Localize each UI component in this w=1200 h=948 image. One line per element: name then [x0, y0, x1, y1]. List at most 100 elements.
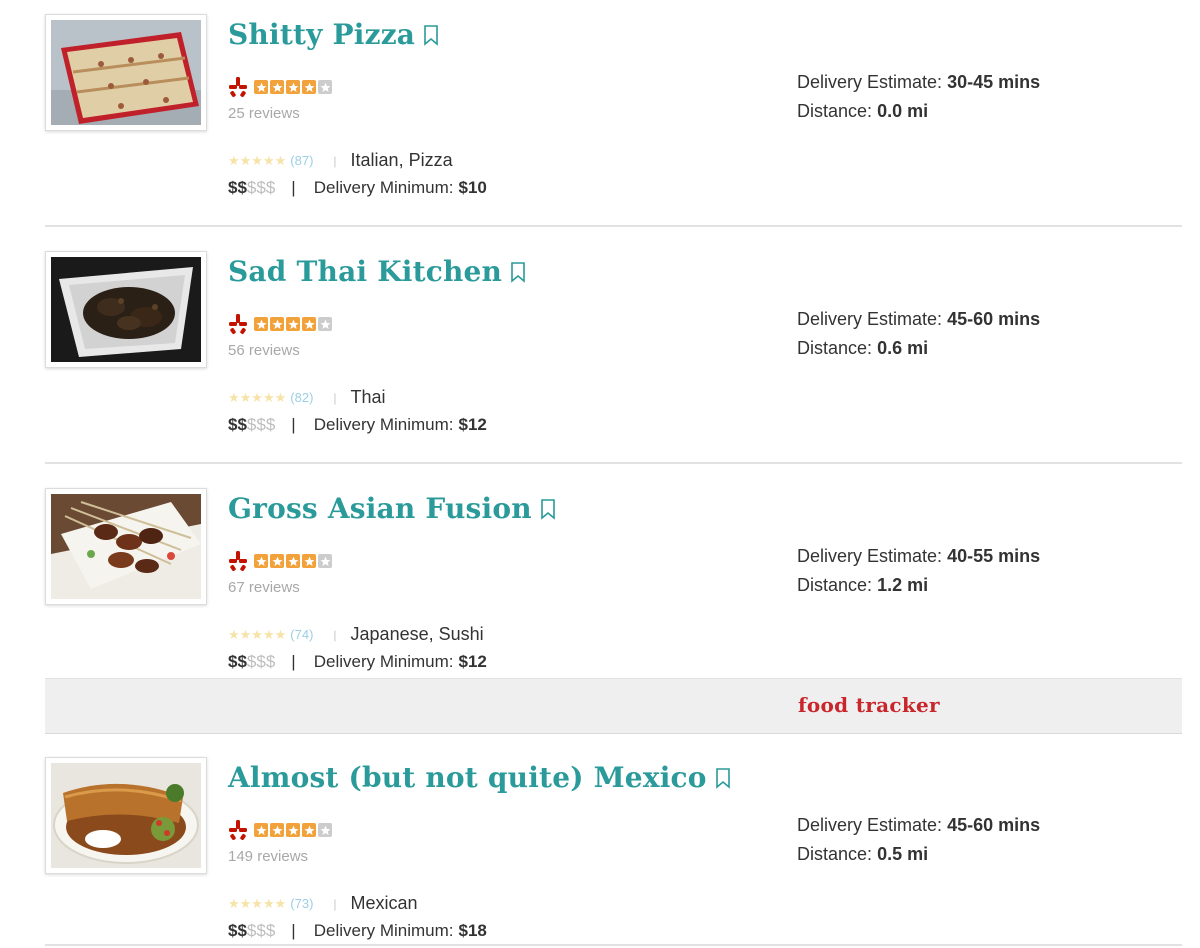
yelp-star-icon: [254, 823, 268, 837]
bookmark-icon[interactable]: [540, 498, 556, 520]
delivery-estimate-label: Delivery Estimate:: [797, 309, 943, 329]
yelp-star-icon: [302, 317, 316, 331]
delivery-minimum-value: $18: [458, 921, 487, 940]
distance-label: Distance:: [797, 101, 873, 121]
yelp-star-icon: [318, 317, 332, 331]
delivery-minimum-value: $12: [458, 415, 487, 434]
cuisine: Italian, Pizza: [350, 150, 453, 170]
yelp-star-icon: [302, 554, 316, 568]
divider: [45, 944, 1182, 946]
delivery-minimum-label: Delivery Minimum:: [313, 921, 454, 940]
yelp-star-icon: [302, 80, 316, 94]
food-tracker-logo[interactable]: food tracker: [798, 693, 940, 717]
distance-label: Distance:: [797, 844, 873, 864]
restaurant-name[interactable]: Shitty Pizza: [228, 18, 415, 51]
distance-value: 1.2 mi: [877, 575, 929, 595]
cuisine: Thai: [350, 387, 386, 407]
separator: |: [333, 390, 337, 405]
distance-label: Distance:: [797, 575, 873, 595]
separator: |: [291, 652, 296, 671]
rating-stars: ★★★★★: [228, 389, 287, 405]
bookmark-icon[interactable]: [423, 24, 439, 46]
separator: |: [333, 627, 337, 642]
yelp-rating: [228, 313, 332, 335]
price-level-inactive: $$$: [246, 921, 276, 940]
yelp-rating: [228, 76, 332, 98]
yelp-star-icon: [270, 317, 284, 331]
yelp-star-icon: [286, 554, 300, 568]
review-count: 25 reviews: [228, 105, 300, 122]
yelp-star-icon: [270, 554, 284, 568]
yelp-logo-icon: [229, 77, 247, 98]
price-level-inactive: $$$: [246, 652, 276, 671]
yelp-rating: [228, 550, 332, 572]
restaurant-photo[interactable]: [45, 251, 207, 368]
separator: |: [291, 921, 296, 940]
restaurant-name[interactable]: Gross Asian Fusion: [228, 492, 532, 525]
cuisine: Japanese, Sushi: [350, 624, 484, 644]
rating-stars: ★★★★★: [228, 626, 287, 642]
promo-banner[interactable]: food tracker: [45, 678, 1182, 734]
yelp-star-icon: [318, 554, 332, 568]
distance-value: 0.0 mi: [877, 101, 929, 121]
yelp-star-icon: [270, 823, 284, 837]
yelp-star-icon: [286, 823, 300, 837]
price-level-active: $$: [228, 652, 247, 671]
delivery-estimate-label: Delivery Estimate:: [797, 72, 943, 92]
delivery-estimate-value: 45-60 mins: [947, 815, 1041, 835]
restaurant-photo[interactable]: [45, 757, 207, 874]
yelp-star-icon: [254, 554, 268, 568]
rating-count: (87): [290, 153, 314, 168]
separator: |: [291, 178, 296, 197]
review-count: 56 reviews: [228, 342, 300, 359]
divider: [45, 225, 1182, 227]
rating-stars: ★★★★★: [228, 895, 287, 911]
delivery-minimum-label: Delivery Minimum:: [313, 178, 454, 197]
delivery-estimate-label: Delivery Estimate:: [797, 546, 943, 566]
delivery-minimum-label: Delivery Minimum:: [313, 415, 454, 434]
price-level-active: $$: [228, 921, 247, 940]
review-count: 67 reviews: [228, 579, 300, 596]
yelp-star-icon: [270, 80, 284, 94]
distance-value: 0.6 mi: [877, 338, 929, 358]
yelp-star-icon: [318, 823, 332, 837]
price-level-active: $$: [228, 178, 247, 197]
restaurant-name[interactable]: Almost (but not quite) Mexico: [228, 761, 707, 794]
yelp-star-icon: [302, 823, 316, 837]
yelp-star-icon: [254, 80, 268, 94]
separator: |: [333, 896, 337, 911]
separator: |: [291, 415, 296, 434]
rating-count: (74): [290, 627, 314, 642]
rating-count: (73): [290, 896, 314, 911]
review-count: 149 reviews: [228, 848, 309, 865]
delivery-minimum-value: $10: [458, 178, 487, 197]
bookmark-icon[interactable]: [715, 767, 731, 789]
yelp-star-icon: [254, 317, 268, 331]
divider: [45, 462, 1182, 464]
rating-count: (82): [290, 390, 314, 405]
rating-stars: ★★★★★: [228, 152, 287, 168]
restaurant-photo[interactable]: [45, 488, 207, 605]
distance-label: Distance:: [797, 338, 873, 358]
delivery-estimate-value: 30-45 mins: [947, 72, 1041, 92]
yelp-logo-icon: [229, 314, 247, 335]
yelp-logo-icon: [229, 820, 247, 841]
restaurant-name[interactable]: Sad Thai Kitchen: [228, 255, 502, 288]
price-level-inactive: $$$: [246, 415, 276, 434]
yelp-star-icon: [286, 317, 300, 331]
delivery-estimate-value: 40-55 mins: [947, 546, 1041, 566]
delivery-estimate-label: Delivery Estimate:: [797, 815, 943, 835]
delivery-minimum-label: Delivery Minimum:: [313, 652, 454, 671]
price-level-active: $$: [228, 415, 247, 434]
bookmark-icon[interactable]: [510, 261, 526, 283]
distance-value: 0.5 mi: [877, 844, 929, 864]
yelp-star-icon: [318, 80, 332, 94]
yelp-logo-icon: [229, 551, 247, 572]
separator: |: [333, 153, 337, 168]
delivery-estimate-value: 45-60 mins: [947, 309, 1041, 329]
price-level-inactive: $$$: [246, 178, 276, 197]
yelp-star-icon: [286, 80, 300, 94]
yelp-rating: [228, 819, 332, 841]
restaurant-photo[interactable]: [45, 14, 207, 131]
cuisine: Mexican: [350, 893, 418, 913]
